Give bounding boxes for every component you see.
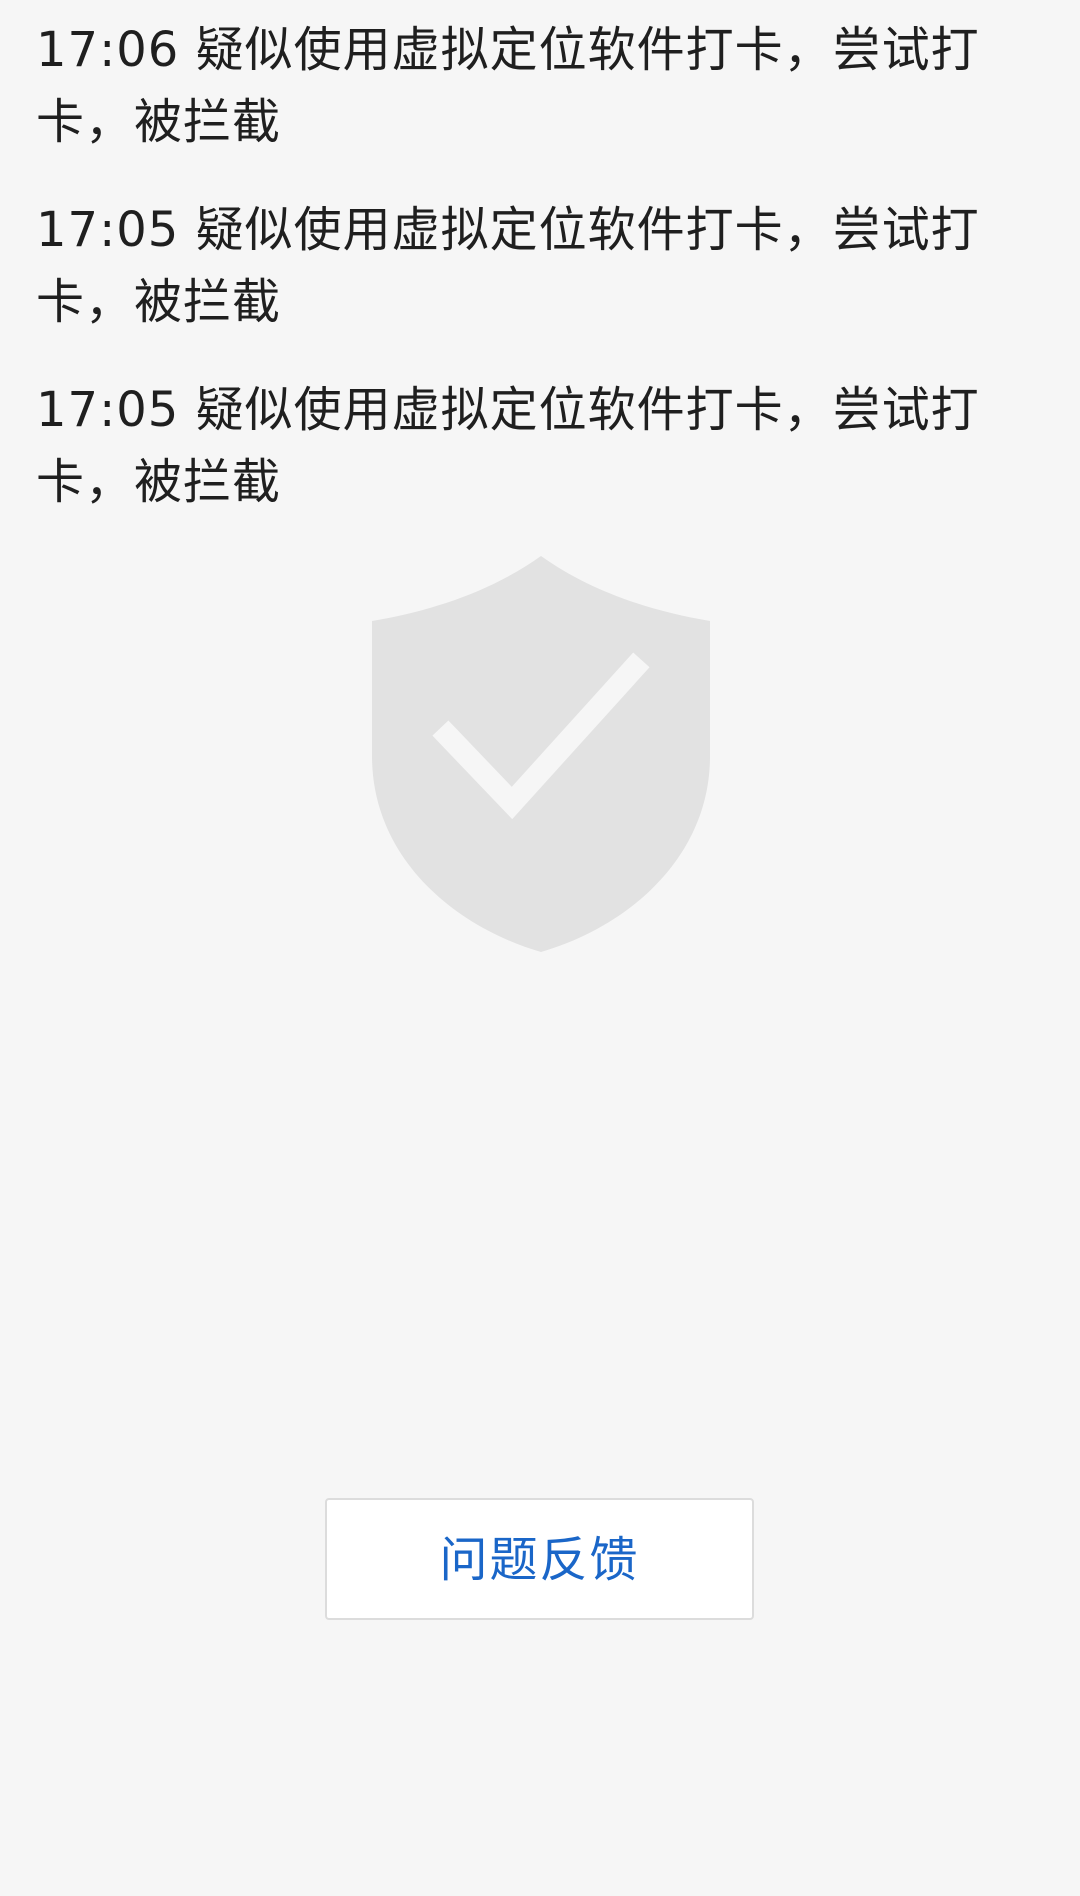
shield-check-icon xyxy=(372,556,710,952)
log-entry: 17:05 疑似使用虚拟定位软件打卡，尝试打卡，被拦截 xyxy=(36,382,980,510)
feedback-button[interactable]: 问题反馈 xyxy=(325,1498,754,1620)
log-entry: 17:05 疑似使用虚拟定位软件打卡，尝试打卡，被拦截 xyxy=(36,202,980,330)
log-entry: 17:06 疑似使用虚拟定位软件打卡，尝试打卡，被拦截 xyxy=(36,22,980,150)
interception-log-list: 17:06 疑似使用虚拟定位软件打卡，尝试打卡，被拦截 17:05 疑似使用虚拟… xyxy=(36,14,1026,554)
